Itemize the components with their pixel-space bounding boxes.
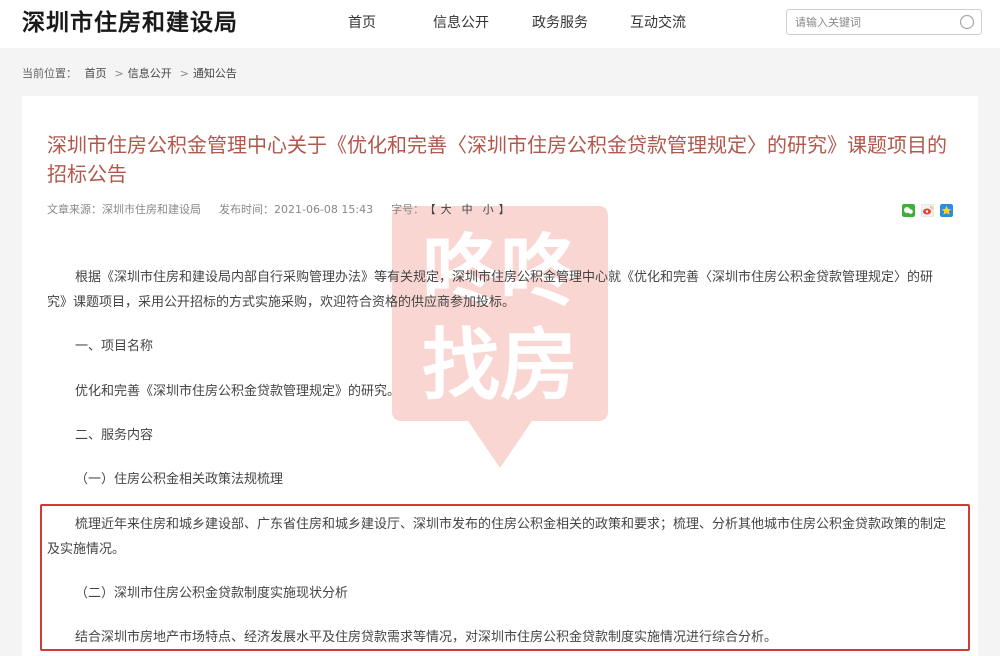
- site-title[interactable]: 深圳市住房和建设局: [22, 8, 238, 38]
- breadcrumb-home[interactable]: 首页: [85, 67, 107, 80]
- breadcrumb-separator: >: [179, 67, 189, 80]
- wechat-share-icon[interactable]: [902, 204, 915, 217]
- source-label: 文章来源：: [47, 203, 102, 216]
- nav-item-info-disclosure[interactable]: 信息公开: [433, 13, 489, 33]
- top-navigation-bar: 深圳市住房和建设局 首页 信息公开 政务服务 互动交流: [0, 0, 1000, 48]
- font-size-bracket-open: 【: [430, 203, 436, 216]
- breadcrumb-info-disclosure[interactable]: 信息公开: [128, 67, 172, 80]
- breadcrumb-separator: >: [114, 67, 124, 80]
- font-size-bracket-close: 】: [498, 203, 510, 216]
- subsection-heading-policy-review: （一）住房公积金相关政策法规梳理: [75, 472, 284, 487]
- source-value: 深圳市住房和建设局: [102, 203, 201, 216]
- section-heading-project-name: 一、项目名称: [75, 339, 154, 354]
- font-size-label: 字号：: [391, 203, 425, 216]
- search-icon[interactable]: [959, 14, 975, 30]
- highlight-annotation-box: [40, 504, 970, 651]
- breadcrumb: 当前位置： 首页 > 信息公开 > 通知公告: [22, 66, 241, 82]
- search-input[interactable]: [787, 10, 963, 34]
- article-title: 深圳市住房公积金管理中心关于《优化和完善〈深圳市住房公积金贷款管理规定〉的研究》…: [47, 133, 947, 186]
- watermark-logo: 咚咚 找房: [392, 206, 608, 468]
- paragraph-intro-line1: 根据《深圳市住房和建设局内部自行采购管理办法》等有关规定，深圳市住房公积金管理中…: [75, 270, 934, 285]
- font-size-small-button[interactable]: 小: [483, 203, 494, 216]
- search-box: [786, 9, 982, 35]
- nav-item-government-services[interactable]: 政务服务: [532, 13, 588, 33]
- breadcrumb-prefix: 当前位置：: [22, 67, 77, 80]
- font-size-large-button[interactable]: 大: [441, 203, 452, 216]
- paragraph-intro-line2: 究》课题项目，采用公开招标的方式实施采购，欢迎符合资格的供应商参加投标。: [47, 295, 516, 310]
- qzone-share-icon[interactable]: [940, 204, 953, 217]
- breadcrumb-notices[interactable]: 通知公告: [193, 67, 237, 80]
- section-heading-service-content: 二、服务内容: [75, 428, 154, 443]
- paragraph-project-name: 优化和完善《深圳市住房公积金贷款管理规定》的研究。: [75, 384, 401, 399]
- font-size-control: 【大中小】: [430, 203, 510, 216]
- publish-time-value: 2021-06-08 15:43: [274, 203, 374, 216]
- publish-time-label: 发布时间：: [219, 203, 274, 216]
- nav-item-interaction[interactable]: 互动交流: [630, 13, 686, 33]
- nav-item-home[interactable]: 首页: [348, 13, 376, 33]
- weibo-share-icon[interactable]: [921, 204, 934, 217]
- font-size-medium-button[interactable]: 中: [462, 203, 473, 216]
- article-meta: 文章来源：深圳市住房和建设局 发布时间：2021-06-08 15:43 字号： 【大…: [47, 202, 510, 218]
- watermark-text-line2: 找房: [422, 321, 578, 411]
